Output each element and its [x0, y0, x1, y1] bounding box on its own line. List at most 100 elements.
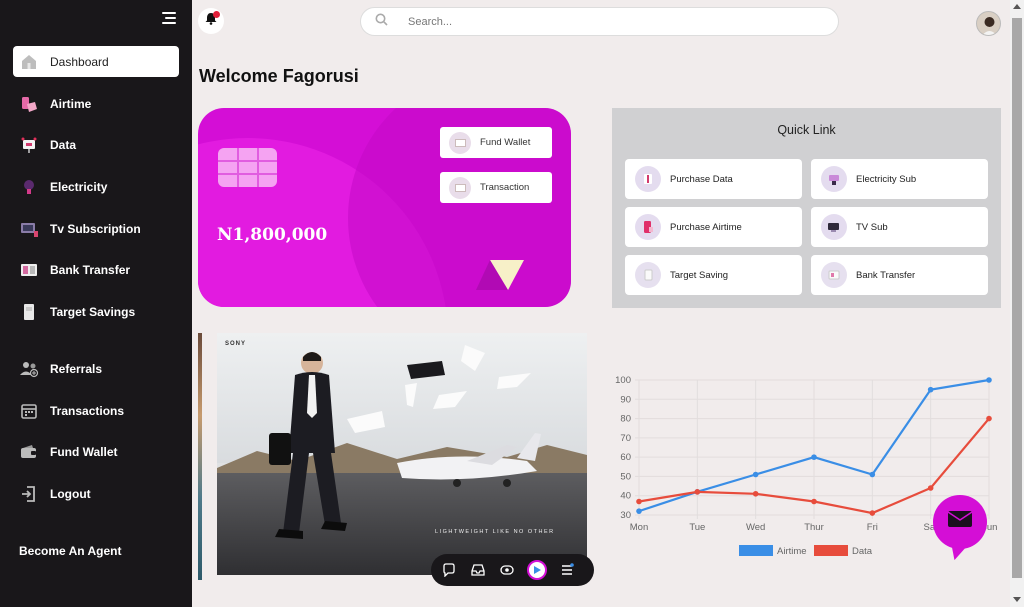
ad-image-artwork [269, 345, 541, 539]
data-point-data [927, 485, 934, 491]
tv-icon [19, 219, 39, 239]
sidebar-item-fund-wallet[interactable]: Fund Wallet [13, 436, 179, 467]
quick-link-label: Purchase Data [670, 173, 733, 185]
avatar[interactable] [976, 11, 1001, 36]
sidebar-item-label: Tv Subscription [50, 221, 141, 236]
data-point-airtime [811, 454, 817, 460]
sidebar-item-tv-subscription[interactable]: Tv Subscription [13, 213, 179, 244]
data-point-airtime [869, 471, 876, 478]
brand-logo-icon [476, 256, 526, 292]
sidebar-item-transactions[interactable]: Transactions [13, 395, 179, 426]
search-bar[interactable] [360, 7, 839, 36]
card-chip-icon [218, 148, 277, 187]
quick-link-tv-sub[interactable]: TV Sub [811, 207, 988, 247]
floating-toolbar [431, 554, 594, 586]
sidebar-item-label: Fund Wallet [50, 444, 118, 459]
sidebar-item-label: Transactions [50, 403, 125, 418]
view-icon[interactable] [498, 561, 516, 579]
ad-tagline: LIGHTWEIGHT LIKE NO OTHER [435, 529, 555, 535]
x-tick-label: Tue [689, 522, 705, 533]
sidebar-item-label: Referrals [50, 361, 103, 376]
data-point-airtime [986, 377, 992, 383]
y-tick-label: 30 [620, 510, 631, 521]
quick-link-label: Purchase Airtime [670, 221, 742, 233]
receipt-icon [449, 176, 471, 199]
data-point-data [869, 510, 876, 516]
fund-wallet-label: Fund Wallet [480, 137, 531, 148]
fund-wallet-button[interactable]: Fund Wallet [440, 127, 552, 158]
menu-icon[interactable] [558, 561, 576, 579]
previous-ad-slide [198, 333, 202, 580]
legend-swatch-airtime [739, 545, 773, 556]
sidebar-item-target-savings[interactable]: Target Savings [13, 296, 179, 327]
page-title: Welcome Fagorusi [199, 66, 359, 86]
notification-button[interactable] [198, 8, 224, 34]
sidebar-item-airtime[interactable]: Airtime [13, 88, 179, 119]
mail-icon [947, 510, 973, 535]
search-input[interactable] [408, 15, 808, 28]
bank-icon [821, 262, 847, 288]
media-icon[interactable] [527, 560, 547, 580]
data-point-airtime [927, 386, 934, 393]
data-point-data [986, 415, 992, 422]
chat-button[interactable] [933, 495, 987, 549]
quick-link-label: Target Saving [670, 269, 729, 281]
sidebar-item-logout[interactable]: Logout [13, 478, 179, 509]
x-tick-label: Thur [804, 522, 824, 533]
ad-brand: SONY [225, 341, 247, 347]
scroll-up-icon[interactable] [1013, 4, 1021, 9]
sidebar-item-label: Bank Transfer [50, 262, 131, 277]
sidebar-item-label: Dashboard [50, 54, 109, 69]
data-point-data [694, 489, 701, 495]
quick-link-target-saving[interactable]: Target Saving [625, 255, 802, 295]
data-point-airtime [752, 471, 759, 478]
x-tick-label: Fri [867, 522, 878, 533]
y-tick-label: 100 [615, 375, 631, 386]
quick-link-label: Electricity Sub [856, 173, 917, 185]
quick-link-electricity-sub[interactable]: Electricity Sub [811, 159, 988, 199]
y-tick-label: 70 [620, 433, 631, 444]
data-point-data [752, 490, 759, 497]
legend-swatch-data [814, 545, 848, 556]
savings-icon [635, 262, 661, 288]
menu-toggle-icon[interactable] [160, 12, 176, 26]
quick-link-purchase-airtime[interactable]: Purchase Airtime [625, 207, 802, 247]
wallet-icon [449, 131, 471, 154]
sidebar-item-electricity[interactable]: Electricity [13, 171, 179, 202]
wallet-icon [19, 442, 39, 462]
sidebar-item-referrals[interactable]: Referrals [13, 353, 179, 384]
sidebar-item-dashboard[interactable]: Dashboard [13, 46, 179, 77]
notification-dot [213, 11, 220, 18]
data-point-data [811, 498, 817, 505]
data-icon [635, 166, 661, 192]
legend-label: Data [852, 546, 873, 557]
quick-link-label: TV Sub [856, 221, 888, 233]
home-icon [19, 52, 39, 72]
scroll-thumb[interactable] [1012, 18, 1022, 578]
quick-link-bank-transfer[interactable]: Bank Transfer [811, 255, 988, 295]
inbox-icon[interactable] [469, 561, 487, 579]
quick-link-panel: Quick Link Purchase Data Electricity Sub… [612, 108, 1001, 308]
chat-bubble-icon[interactable] [440, 561, 458, 579]
sidebar-item-label: Data [50, 137, 77, 152]
sidebar-item-data[interactable]: Data [13, 129, 179, 160]
page-scrollbar[interactable] [1010, 0, 1024, 607]
y-tick-label: 60 [620, 452, 631, 463]
search-icon [375, 13, 388, 31]
sidebar-item-bank-transfer[interactable]: Bank Transfer [13, 254, 179, 285]
ad-banner[interactable]: SONY LIGHTWEIGHT LIKE NO OTHER [217, 333, 587, 575]
data-point-airtime [636, 508, 642, 514]
sidebar-item-label: Target Savings [50, 304, 136, 319]
x-tick-label: Wed [746, 522, 765, 533]
transaction-button[interactable]: Transaction [440, 172, 552, 203]
scroll-down-icon[interactable] [1013, 597, 1021, 602]
quick-link-purchase-data[interactable]: Purchase Data [625, 159, 802, 199]
y-tick-label: 40 [620, 491, 631, 502]
wallet-balance: N1,800,000 [217, 225, 328, 245]
bank-icon [19, 260, 39, 280]
data-point-data [636, 498, 642, 505]
become-agent-link[interactable]: Become An Agent [19, 544, 121, 558]
quick-link-label: Bank Transfer [856, 269, 916, 281]
sidebar-item-label: Electricity [50, 179, 108, 194]
savings-icon [19, 302, 39, 322]
